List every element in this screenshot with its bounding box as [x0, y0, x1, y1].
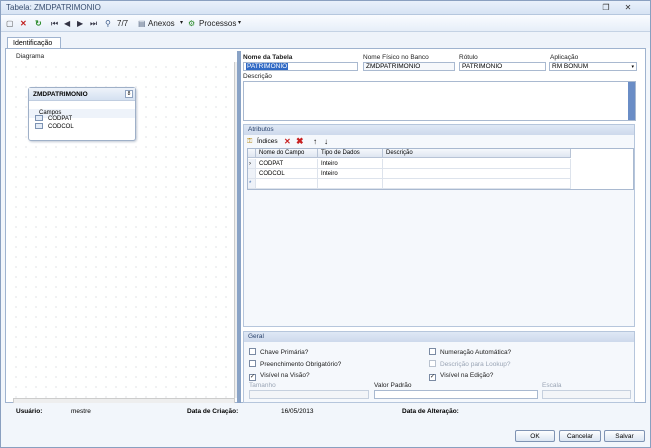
descricao-textarea[interactable]: [243, 81, 636, 121]
close-icon[interactable]: ✕: [621, 2, 635, 13]
descricao-label: Descrição: [243, 73, 272, 80]
table-row-cell[interactable]: CODPAT: [256, 159, 318, 169]
geral-header: Geral: [244, 332, 634, 342]
diagram-field: CODPAT: [35, 115, 72, 123]
delete-all-icon[interactable]: ✖: [296, 136, 304, 147]
usuario-label: Usuário:: [16, 408, 43, 415]
table-row-cell[interactable]: [383, 179, 571, 189]
table-row-cell[interactable]: CODCOL: [256, 169, 318, 179]
field-icon: [35, 115, 43, 121]
key-icon: ⚿: [247, 138, 253, 145]
checkbox-box[interactable]: [249, 360, 256, 367]
refresh-icon[interactable]: ↻: [35, 18, 42, 29]
attachments-icon[interactable]: ▤: [138, 18, 146, 29]
visivel-visao-checkbox[interactable]: ✓ Visível na Visão?: [249, 372, 310, 381]
title-bar: Tabela: ZMDPATRIMONIO ❐ ✕: [1, 1, 650, 15]
valor-padrao-label: Valor Padrão: [374, 382, 412, 389]
visivel-edicao-checkbox[interactable]: ✓ Visível na Edição?: [429, 372, 493, 381]
table-name-input[interactable]: PATRIMONIO: [243, 62, 358, 71]
restore-icon[interactable]: ❐: [599, 2, 613, 13]
checkbox-box[interactable]: [429, 360, 436, 367]
diagram-label: Diagrama: [16, 53, 45, 60]
table-row-cell[interactable]: [256, 179, 318, 189]
chevron-down-icon[interactable]: ▾: [238, 18, 241, 29]
new-icon[interactable]: ▢: [6, 18, 14, 29]
toolbar: ▢ ✕ ↻ ⏮ ◀ ▶ ⏭ ⚲ 7/7 ▤ Anexos ▾ ⚙ Process…: [1, 15, 650, 32]
collapse-icon[interactable]: 8: [125, 90, 133, 98]
alteracao-label: Data de Alteração:: [402, 408, 459, 415]
tamanho-label: Tamanho: [249, 382, 276, 389]
escala-label: Escala: [542, 382, 562, 389]
row-marker: [248, 169, 256, 179]
escala-input[interactable]: [542, 390, 631, 399]
next-record-icon[interactable]: ▶: [77, 18, 83, 29]
atributos-panel: Atributos ⚿ Índices ✕ ✖ ↑ ↓ Nome do Camp…: [243, 124, 635, 327]
cancel-button[interactable]: Cancelar: [559, 430, 601, 442]
table-row-cell[interactable]: [383, 159, 571, 169]
diagram-table-title: ZMDPATRIMONIO: [29, 88, 135, 101]
column-header-tipo[interactable]: Tipo de Dados: [318, 149, 383, 158]
indices-button[interactable]: Índices: [257, 138, 278, 145]
descricao-lookup-checkbox[interactable]: Descrição para Lookup?: [429, 360, 510, 369]
usuario-value: mestre: [71, 408, 91, 415]
processes-menu[interactable]: Processos: [199, 18, 236, 29]
valor-padrao-input[interactable]: [374, 390, 538, 399]
attachments-menu[interactable]: Anexos: [148, 18, 175, 29]
check-icon[interactable]: ✓: [249, 374, 256, 381]
checkbox-box[interactable]: [429, 348, 436, 355]
aplicacao-select[interactable]: RM BONUM ▾: [549, 62, 637, 71]
previous-record-icon[interactable]: ◀: [64, 18, 70, 29]
check-icon[interactable]: ✓: [429, 374, 436, 381]
new-row-marker: *: [248, 179, 256, 189]
record-counter: 7/7: [117, 19, 129, 28]
physical-name-label: Nome Físico no Banco: [363, 54, 429, 61]
row-marker: ›: [248, 159, 256, 169]
table-name-label: Nome da Tabela: [243, 54, 293, 61]
delete-row-icon[interactable]: ✕: [284, 137, 291, 146]
panel-splitter[interactable]: [237, 51, 241, 403]
chevron-down-icon[interactable]: ▾: [631, 63, 634, 70]
chevron-down-icon[interactable]: ▾: [180, 18, 183, 29]
first-record-icon[interactable]: ⏮: [51, 18, 58, 29]
window-title: Tabela: ZMDPATRIMONIO: [6, 3, 101, 12]
last-record-icon[interactable]: ⏭: [90, 18, 97, 29]
criacao-label: Data de Criação:: [187, 408, 239, 415]
descricao-scrollbar[interactable]: [628, 82, 635, 120]
aplicacao-label: Aplicação: [550, 54, 579, 61]
table-editor-window: Tabela: ZMDPATRIMONIO ❐ ✕ ▢ ✕ ↻ ⏮ ◀ ▶ ⏭ …: [0, 0, 651, 448]
criacao-value: 16/05/2013: [281, 408, 314, 415]
move-down-icon[interactable]: ↓: [324, 137, 328, 146]
move-up-icon[interactable]: ↑: [313, 137, 317, 146]
table-row-cell[interactable]: Inteiro: [318, 159, 383, 169]
preenchimento-obrigatorio-checkbox[interactable]: Preenchimento Obrigatório?: [249, 360, 341, 369]
atributos-header: Atributos: [244, 125, 634, 135]
grid-corner: [248, 149, 256, 158]
checkbox-box[interactable]: [249, 348, 256, 355]
tab-strip: Identificação: [1, 32, 650, 49]
chave-primaria-checkbox[interactable]: Chave Primária?: [249, 348, 308, 357]
table-row-cell[interactable]: [383, 169, 571, 179]
rotulo-input[interactable]: PATRIMONIO: [459, 62, 546, 71]
table-row-cell[interactable]: [318, 179, 383, 189]
save-button[interactable]: Salvar: [604, 430, 645, 442]
binoculars-icon[interactable]: ⚲: [105, 18, 111, 29]
column-header-descricao[interactable]: Descrição: [383, 149, 571, 158]
table-row-cell[interactable]: Inteiro: [318, 169, 383, 179]
atributos-grid: Nome do Campo Tipo de Dados Descrição › …: [247, 148, 634, 190]
column-header-nome[interactable]: Nome do Campo: [256, 149, 318, 158]
ok-button[interactable]: OK: [515, 430, 555, 442]
diagram-table-box[interactable]: ZMDPATRIMONIO 8 Campos CODPAT CODCOL: [28, 87, 136, 141]
field-icon: [35, 123, 43, 129]
delete-icon[interactable]: ✕: [20, 18, 27, 29]
processes-icon: ⚙: [188, 19, 196, 28]
rotulo-label: Rótulo: [459, 54, 478, 61]
numeracao-automatica-checkbox[interactable]: Numeração Automática?: [429, 348, 511, 357]
diagram-field: CODCOL: [35, 123, 74, 131]
physical-name-input[interactable]: ZMDPATRIMONIO: [363, 62, 455, 71]
tamanho-input[interactable]: [249, 390, 369, 399]
